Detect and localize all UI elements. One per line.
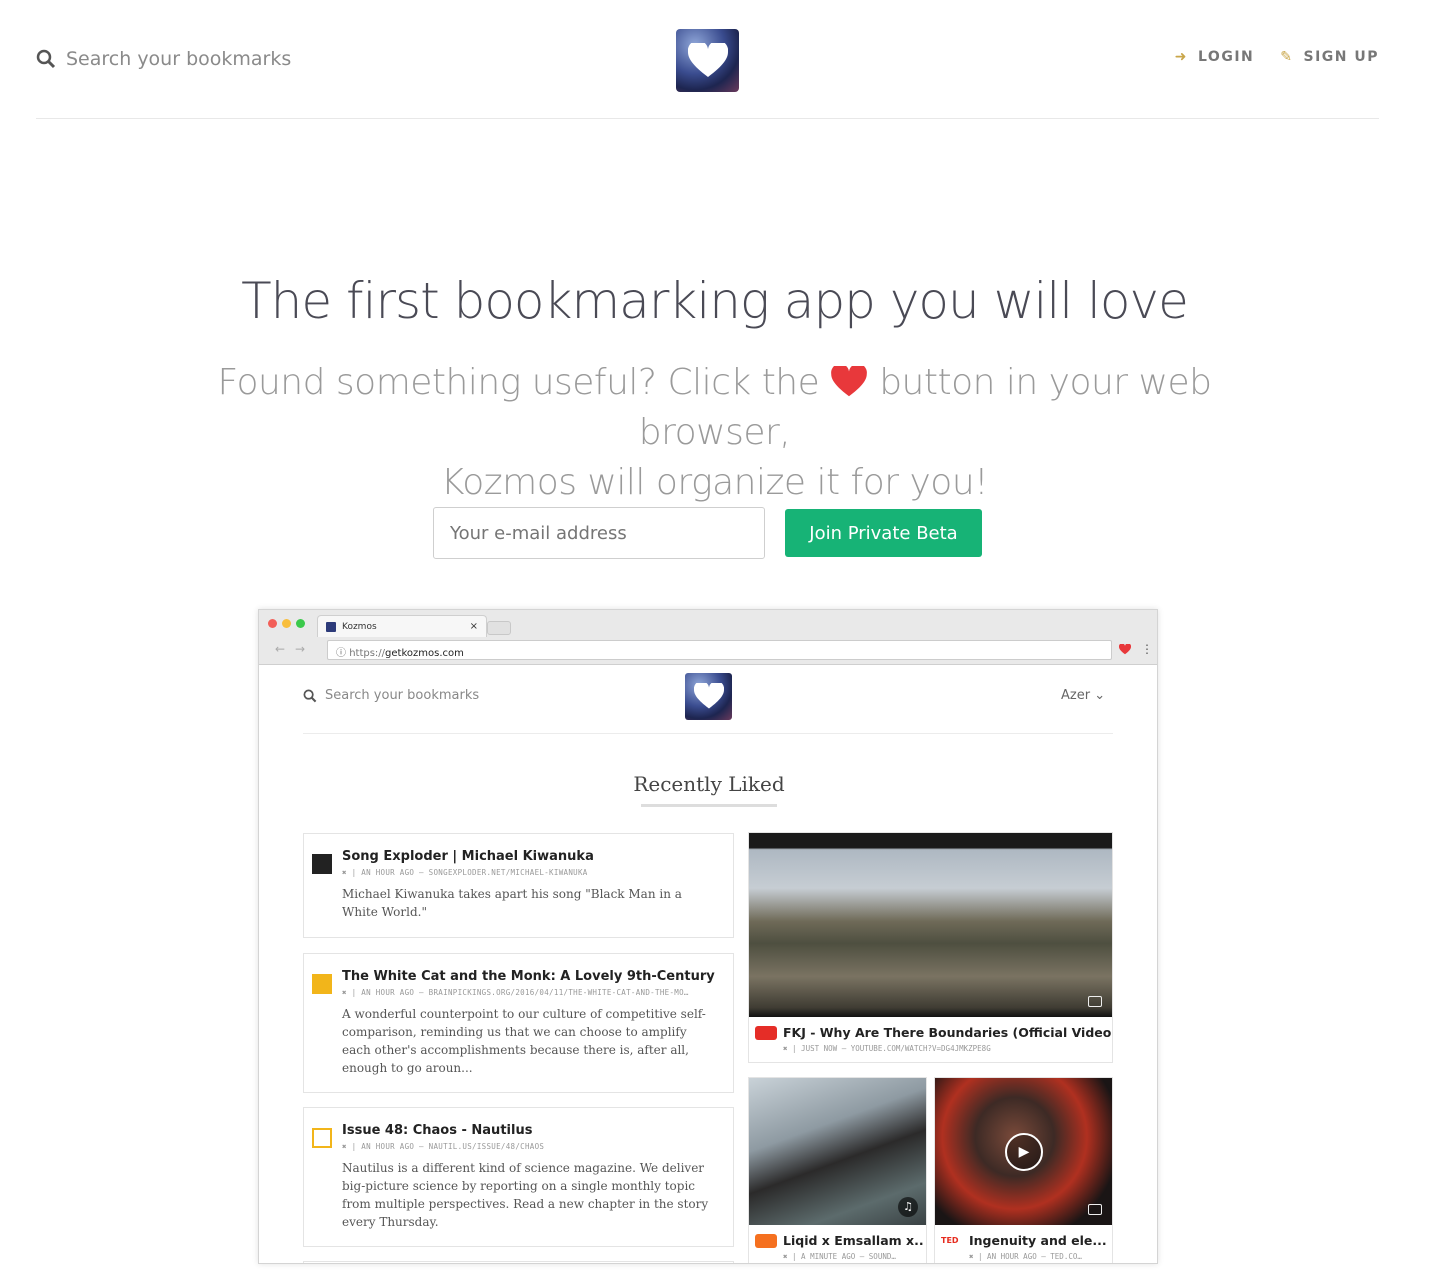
heart-icon	[687, 42, 728, 77]
heart-extension-icon[interactable]	[1119, 644, 1131, 655]
menu-icon[interactable]: ⋮	[1141, 642, 1153, 656]
bookmark-card[interactable]: The White Cat and the Monk: A Lovely 9th…	[303, 953, 734, 1093]
header-divider	[36, 118, 1379, 119]
music-note-icon: ♫	[898, 1197, 918, 1217]
email-field[interactable]	[433, 507, 765, 559]
search-bar[interactable]: Search your bookmarks	[36, 48, 291, 70]
minimize-dot	[282, 619, 291, 628]
ted-icon: TED	[941, 1236, 959, 1245]
youtube-icon	[755, 1026, 777, 1040]
video-card[interactable]: ▶ TED Ingenuity and ele... ✖ | AN HOUR AG…	[934, 1077, 1113, 1263]
address-bar[interactable]: ⓘ https://getkozmos.com	[327, 640, 1112, 660]
login-link[interactable]: ➜ LOGIN	[1175, 49, 1254, 65]
video-card[interactable]: ♫ Liqid x Emsallam x.. ✖ | A MINUTE AGO …	[748, 1077, 927, 1263]
heart-icon	[693, 683, 724, 709]
section-underline	[641, 804, 777, 807]
heart-icon	[831, 363, 868, 397]
hero-title: The first bookmarking app you will love	[241, 272, 1189, 330]
edit-icon: ✎	[1280, 49, 1294, 65]
nautilus-favicon-icon	[312, 1128, 332, 1148]
inner-divider	[303, 733, 1113, 734]
video-thumbnail	[749, 833, 1112, 1017]
search-placeholder: Search your bookmarks	[66, 48, 292, 70]
search-icon	[36, 49, 56, 69]
close-tab-icon[interactable]: ×	[470, 621, 478, 632]
back-icon[interactable]: ←	[275, 642, 285, 656]
signup-link[interactable]: ✎ SIGN UP	[1280, 49, 1379, 65]
search-icon	[303, 689, 317, 702]
favicon-icon	[326, 621, 336, 632]
browser-chrome: Kozmos × ← → ⓘ https://getkozmos.com ⋮	[259, 610, 1157, 665]
songexploder-favicon-icon	[312, 854, 332, 874]
forward-icon[interactable]: →	[295, 642, 305, 656]
film-icon	[1088, 1204, 1102, 1215]
soundcloud-icon	[755, 1234, 777, 1248]
bookmark-card[interactable]: Issue 48: Chaos - Nautilus ✖ | AN HOUR A…	[303, 1107, 734, 1247]
browser-tab[interactable]: Kozmos ×	[317, 615, 487, 637]
play-icon[interactable]: ▶	[1005, 1133, 1043, 1171]
info-icon: ⓘ	[336, 648, 346, 659]
inner-search-bar[interactable]: Search your bookmarks	[303, 688, 479, 703]
kozmos-logo[interactable]	[676, 29, 739, 92]
ted-thumbnail: ▶	[935, 1078, 1112, 1225]
section-title: Recently Liked	[633, 772, 785, 796]
bookmark-card[interactable]	[303, 1261, 734, 1263]
maximize-dot	[296, 619, 305, 628]
new-tab-button[interactable]	[487, 621, 511, 635]
user-menu[interactable]: Azer ⌄	[1061, 688, 1105, 703]
music-thumbnail: ♫	[749, 1078, 926, 1225]
brainpickings-favicon-icon	[312, 974, 332, 994]
inner-kozmos-logo[interactable]	[685, 673, 732, 720]
join-beta-button[interactable]: Join Private Beta	[785, 509, 982, 557]
login-icon: ➜	[1174, 49, 1188, 65]
film-icon	[1088, 996, 1102, 1007]
chevron-down-icon: ⌄	[1094, 688, 1106, 703]
browser-screenshot: Kozmos × ← → ⓘ https://getkozmos.com ⋮ S…	[258, 609, 1158, 1264]
hero-subtitle: Found something useful? Click the button…	[217, 362, 1212, 503]
bookmark-card[interactable]: Song Exploder | Michael Kiwanuka ✖ | AN …	[303, 833, 734, 938]
top-nav: ➜ LOGIN ✎ SIGN UP	[1175, 49, 1379, 65]
video-card[interactable]: FKJ - Why Are There Boundaries (Official…	[748, 832, 1113, 1063]
close-dot	[268, 619, 277, 628]
